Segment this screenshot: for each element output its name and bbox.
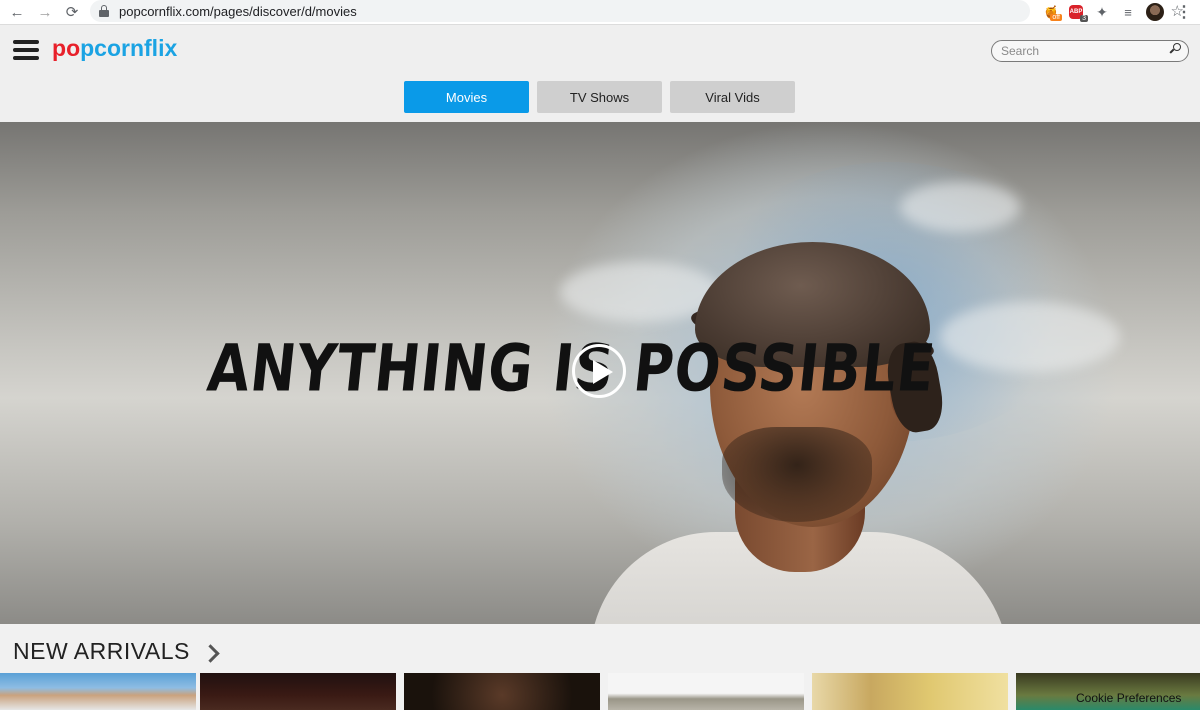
site-header: popcornflix Movies TV Shows Viral Vids	[0, 25, 1200, 122]
movie-thumbnail[interactable]	[608, 673, 804, 710]
address-bar[interactable]: popcornflix.com/pages/discover/d/movies	[90, 0, 1030, 22]
new-arrivals-heading[interactable]: NEW ARRIVALS	[13, 638, 220, 665]
forward-arrow-icon[interactable]: →	[34, 1, 56, 23]
popcornflix-logo[interactable]: popcornflix	[52, 35, 177, 62]
lock-icon	[99, 5, 109, 17]
movie-thumbnail[interactable]	[404, 673, 600, 710]
search-box	[991, 40, 1189, 62]
url-text: popcornflix.com/pages/discover/d/movies	[119, 3, 357, 19]
play-button[interactable]	[572, 344, 626, 398]
hero-cloud	[900, 182, 1020, 232]
adblock-extension-icon[interactable]: ABP 3	[1068, 3, 1088, 22]
movie-thumbnail[interactable]	[0, 673, 196, 710]
hero-banner[interactable]: ANYTHING IS POSSIBLE	[0, 122, 1200, 624]
tab-viral-vids[interactable]: Viral Vids	[670, 81, 795, 113]
cookie-preferences-link[interactable]: Cookie Preferences	[1076, 691, 1181, 705]
honey-badge: off	[1050, 14, 1062, 21]
movie-thumbnail[interactable]	[200, 673, 396, 710]
media-control-icon[interactable]: ≡	[1120, 3, 1136, 21]
back-arrow-icon[interactable]: ←	[6, 1, 28, 23]
hero-person-image	[590, 232, 1010, 624]
logo-text: pcornflix	[80, 35, 178, 61]
profile-avatar[interactable]	[1146, 3, 1164, 21]
movie-thumbnail[interactable]	[812, 673, 1008, 710]
hamburger-menu-icon[interactable]	[13, 40, 39, 61]
play-icon	[593, 360, 613, 384]
extension-puzzle-icon[interactable]: ✦	[1094, 3, 1110, 21]
new-arrivals-title: NEW ARRIVALS	[13, 638, 190, 664]
tab-tv-shows[interactable]: TV Shows	[537, 81, 662, 113]
tab-movies[interactable]: Movies	[404, 81, 529, 113]
chevron-right-icon[interactable]	[201, 643, 220, 663]
honey-extension-icon[interactable]: 🍯 off	[1042, 3, 1062, 21]
adblock-badge: 3	[1080, 15, 1088, 22]
new-arrivals-row	[0, 673, 1200, 710]
reload-icon[interactable]: ⟳	[61, 1, 83, 23]
kebab-menu-icon[interactable]: ⋮	[1176, 2, 1192, 22]
logo-ring: o	[66, 35, 81, 61]
search-input[interactable]	[1001, 43, 1161, 59]
browser-toolbar: ← → ⟳ popcornflix.com/pages/discover/d/m…	[0, 0, 1200, 25]
search-icon[interactable]	[1169, 43, 1182, 55]
logo-letter-p: p	[52, 35, 67, 61]
category-tabs: Movies TV Shows Viral Vids	[404, 81, 795, 113]
